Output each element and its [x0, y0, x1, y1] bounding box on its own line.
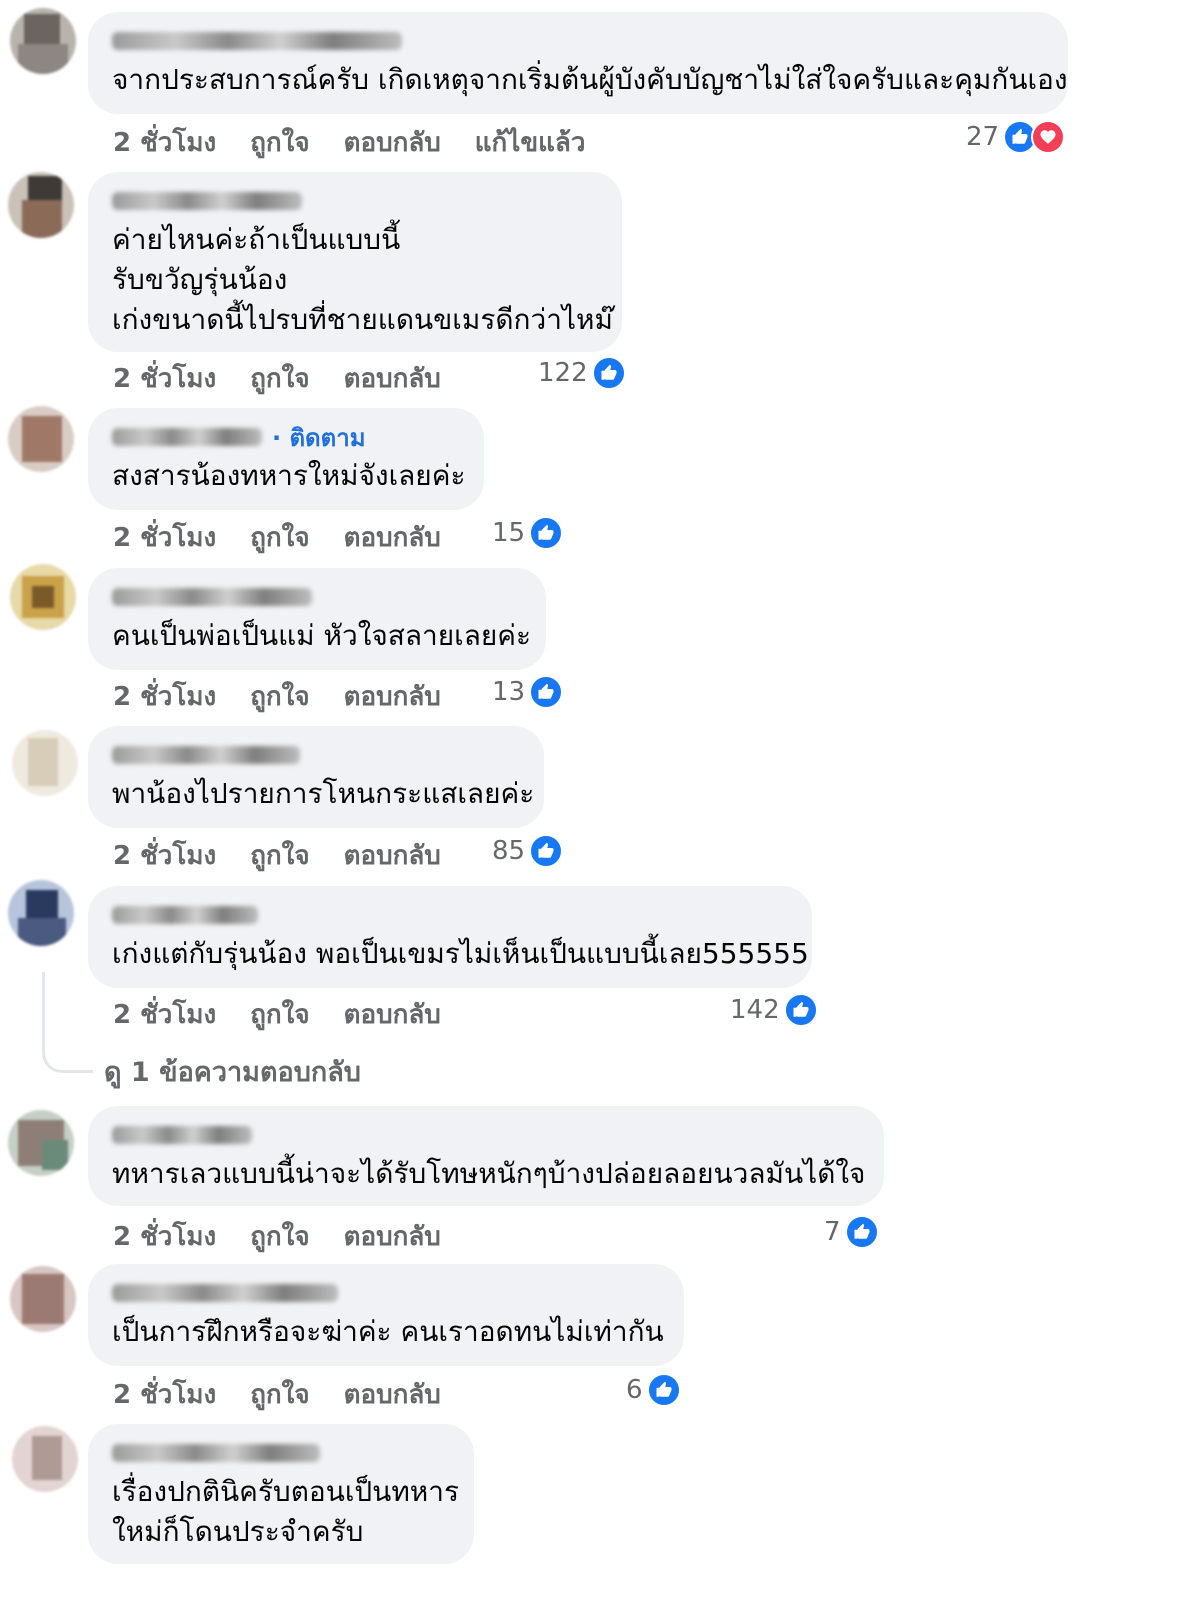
reaction-count: 27	[966, 122, 1000, 152]
commenter-name[interactable]	[112, 428, 262, 446]
avatar[interactable]	[8, 406, 74, 472]
commenter-name[interactable]	[112, 1444, 320, 1462]
comment-text: เก่งแต่กับรุ่นน้อง พอเป็นเขมรไม่เห็นเป็น…	[112, 937, 809, 970]
avatar[interactable]	[10, 1266, 76, 1332]
comment-text: คนเป็นพ่อเป็นแม่ หัวใจสลายเลยค่ะ	[112, 619, 532, 652]
commenter-name[interactable]	[112, 1284, 338, 1302]
comment-actions: 2 ชั่วโมง ถูกใจ ตอบกลับ	[113, 1216, 441, 1257]
comment-time[interactable]: 2 ชั่วโมง	[113, 676, 216, 717]
reaction-summary[interactable]: 7	[824, 1215, 879, 1249]
comment-time[interactable]: 2 ชั่วโมง	[113, 994, 216, 1035]
view-replies-link[interactable]: ดู 1 ข้อความตอบกลับ	[104, 1050, 361, 1093]
like-button[interactable]: ถูกใจ	[250, 676, 309, 717]
reaction-count: 7	[824, 1217, 841, 1247]
reply-button[interactable]: ตอบกลับ	[344, 1374, 441, 1415]
like-button[interactable]: ถูกใจ	[250, 994, 309, 1035]
reply-button[interactable]: ตอบกลับ	[344, 358, 441, 399]
follow-link[interactable]: · ติดตาม	[272, 418, 366, 457]
reaction-summary[interactable]: 142	[730, 993, 818, 1027]
like-button[interactable]: ถูกใจ	[250, 835, 309, 876]
comment-bubble: เป็นการฝึกหรือจะฆ่าค่ะ คนเราอดทนไม่เท่าก…	[88, 1264, 684, 1366]
comment-bubble: ทหารเลวแบบนี้น่าจะได้รับโทษหนักๆบ้างปล่อ…	[88, 1106, 884, 1206]
avatar[interactable]	[8, 172, 74, 238]
reaction-count: 85	[492, 836, 526, 866]
avatar[interactable]	[12, 1426, 78, 1492]
reaction-summary[interactable]: 13	[492, 675, 564, 709]
reply-button[interactable]: ตอบกลับ	[344, 122, 441, 163]
reaction-count: 122	[538, 358, 588, 388]
comment-actions: 2 ชั่วโมง ถูกใจ ตอบกลับ แก้ไขแล้ว	[113, 122, 585, 163]
reaction-summary[interactable]: 27	[966, 120, 1066, 154]
comment-actions: 2 ชั่วโมง ถูกใจ ตอบกลับ	[113, 358, 441, 399]
comment-text: พาน้องไปรายการโหนกระแสเลยค่ะ	[112, 777, 535, 810]
comment-text: ทหารเลวแบบนี้น่าจะได้รับโทษหนักๆบ้างปล่อ…	[112, 1157, 866, 1190]
like-button[interactable]: ถูกใจ	[250, 517, 309, 558]
comment-time[interactable]: 2 ชั่วโมง	[113, 1374, 216, 1415]
comment-time[interactable]: 2 ชั่วโมง	[113, 517, 216, 558]
reaction-summary[interactable]: 122	[538, 356, 626, 390]
avatar[interactable]	[10, 564, 76, 630]
comment-bubble: · ติดตาม สงสารน้องทหารใหม่จังเลยค่ะ	[88, 408, 484, 510]
like-icon	[783, 993, 818, 1027]
like-icon	[529, 675, 564, 709]
reaction-summary[interactable]: 85	[492, 834, 564, 868]
comment-time[interactable]: 2 ชั่วโมง	[113, 835, 216, 876]
commenter-name[interactable]	[112, 32, 402, 50]
comment-text: จากประสบการณ์ครับ เกิดเหตุจากเริ่มต้นผู้…	[112, 63, 1068, 96]
comment-time[interactable]: 2 ชั่วโมง	[113, 122, 216, 163]
comment-actions: 2 ชั่วโมง ถูกใจ ตอบกลับ	[113, 835, 441, 876]
reply-button[interactable]: ตอบกลับ	[344, 994, 441, 1035]
like-icon	[529, 834, 564, 868]
commenter-name[interactable]	[112, 1126, 252, 1144]
like-button[interactable]: ถูกใจ	[250, 358, 309, 399]
comment-text: เป็นการฝึกหรือจะฆ่าค่ะ คนเราอดทนไม่เท่าก…	[112, 1315, 664, 1348]
reaction-count: 13	[492, 677, 526, 707]
comment-bubble: จากประสบการณ์ครับ เกิดเหตุจากเริ่มต้นผู้…	[88, 12, 1068, 114]
comment-actions: 2 ชั่วโมง ถูกใจ ตอบกลับ	[113, 994, 441, 1035]
love-icon	[1031, 120, 1066, 154]
comment-bubble: คนเป็นพ่อเป็นแม่ หัวใจสลายเลยค่ะ	[88, 568, 546, 670]
reaction-count: 6	[626, 1375, 643, 1405]
like-button[interactable]: ถูกใจ	[250, 122, 309, 163]
reply-button[interactable]: ตอบกลับ	[344, 1216, 441, 1257]
reaction-summary[interactable]: 6	[626, 1373, 681, 1407]
like-icon	[529, 516, 564, 550]
commenter-name[interactable]	[112, 192, 302, 210]
comment-text: เรื่องปกตินิครับตอนเป็นทหาร ใหม่ก็โดนประ…	[112, 1475, 459, 1548]
like-icon	[591, 356, 626, 390]
comment-text: สงสารน้องทหารใหม่จังเลยค่ะ	[112, 459, 466, 492]
commenter-name[interactable]	[112, 746, 300, 764]
like-icon	[844, 1215, 879, 1249]
commenter-name[interactable]	[112, 906, 258, 924]
comment-bubble: เก่งแต่กับรุ่นน้อง พอเป็นเขมรไม่เห็นเป็น…	[88, 886, 812, 988]
comment-bubble: พาน้องไปรายการโหนกระแสเลยค่ะ	[88, 726, 544, 828]
avatar[interactable]	[8, 1110, 74, 1176]
avatar[interactable]	[8, 880, 74, 946]
comment-actions: 2 ชั่วโมง ถูกใจ ตอบกลับ	[113, 1374, 441, 1415]
edited-label: แก้ไขแล้ว	[474, 128, 586, 158]
reply-button[interactable]: ตอบกลับ	[344, 835, 441, 876]
avatar[interactable]	[10, 8, 76, 74]
comment-text: ค่ายไหนค่ะถ้าเป็นแบบนี้ รับขวัญรุ่นน้อง …	[112, 223, 613, 336]
reaction-count: 15	[492, 518, 526, 548]
like-button[interactable]: ถูกใจ	[250, 1216, 309, 1257]
reaction-count: 142	[730, 995, 780, 1025]
comment-bubble: เรื่องปกตินิครับตอนเป็นทหาร ใหม่ก็โดนประ…	[88, 1424, 474, 1564]
like-icon	[646, 1373, 681, 1407]
comment-time[interactable]: 2 ชั่วโมง	[113, 1216, 216, 1257]
comment-time[interactable]: 2 ชั่วโมง	[113, 358, 216, 399]
comment-bubble: ค่ายไหนค่ะถ้าเป็นแบบนี้ รับขวัญรุ่นน้อง …	[88, 172, 622, 352]
commenter-name[interactable]	[112, 588, 312, 606]
avatar[interactable]	[12, 730, 78, 796]
reaction-summary[interactable]: 15	[492, 516, 564, 550]
comment-actions: 2 ชั่วโมง ถูกใจ ตอบกลับ	[113, 676, 441, 717]
like-button[interactable]: ถูกใจ	[250, 1374, 309, 1415]
reply-button[interactable]: ตอบกลับ	[344, 676, 441, 717]
reply-button[interactable]: ตอบกลับ	[344, 517, 441, 558]
comment-actions: 2 ชั่วโมง ถูกใจ ตอบกลับ	[113, 517, 441, 558]
thread-connector	[42, 972, 93, 1073]
